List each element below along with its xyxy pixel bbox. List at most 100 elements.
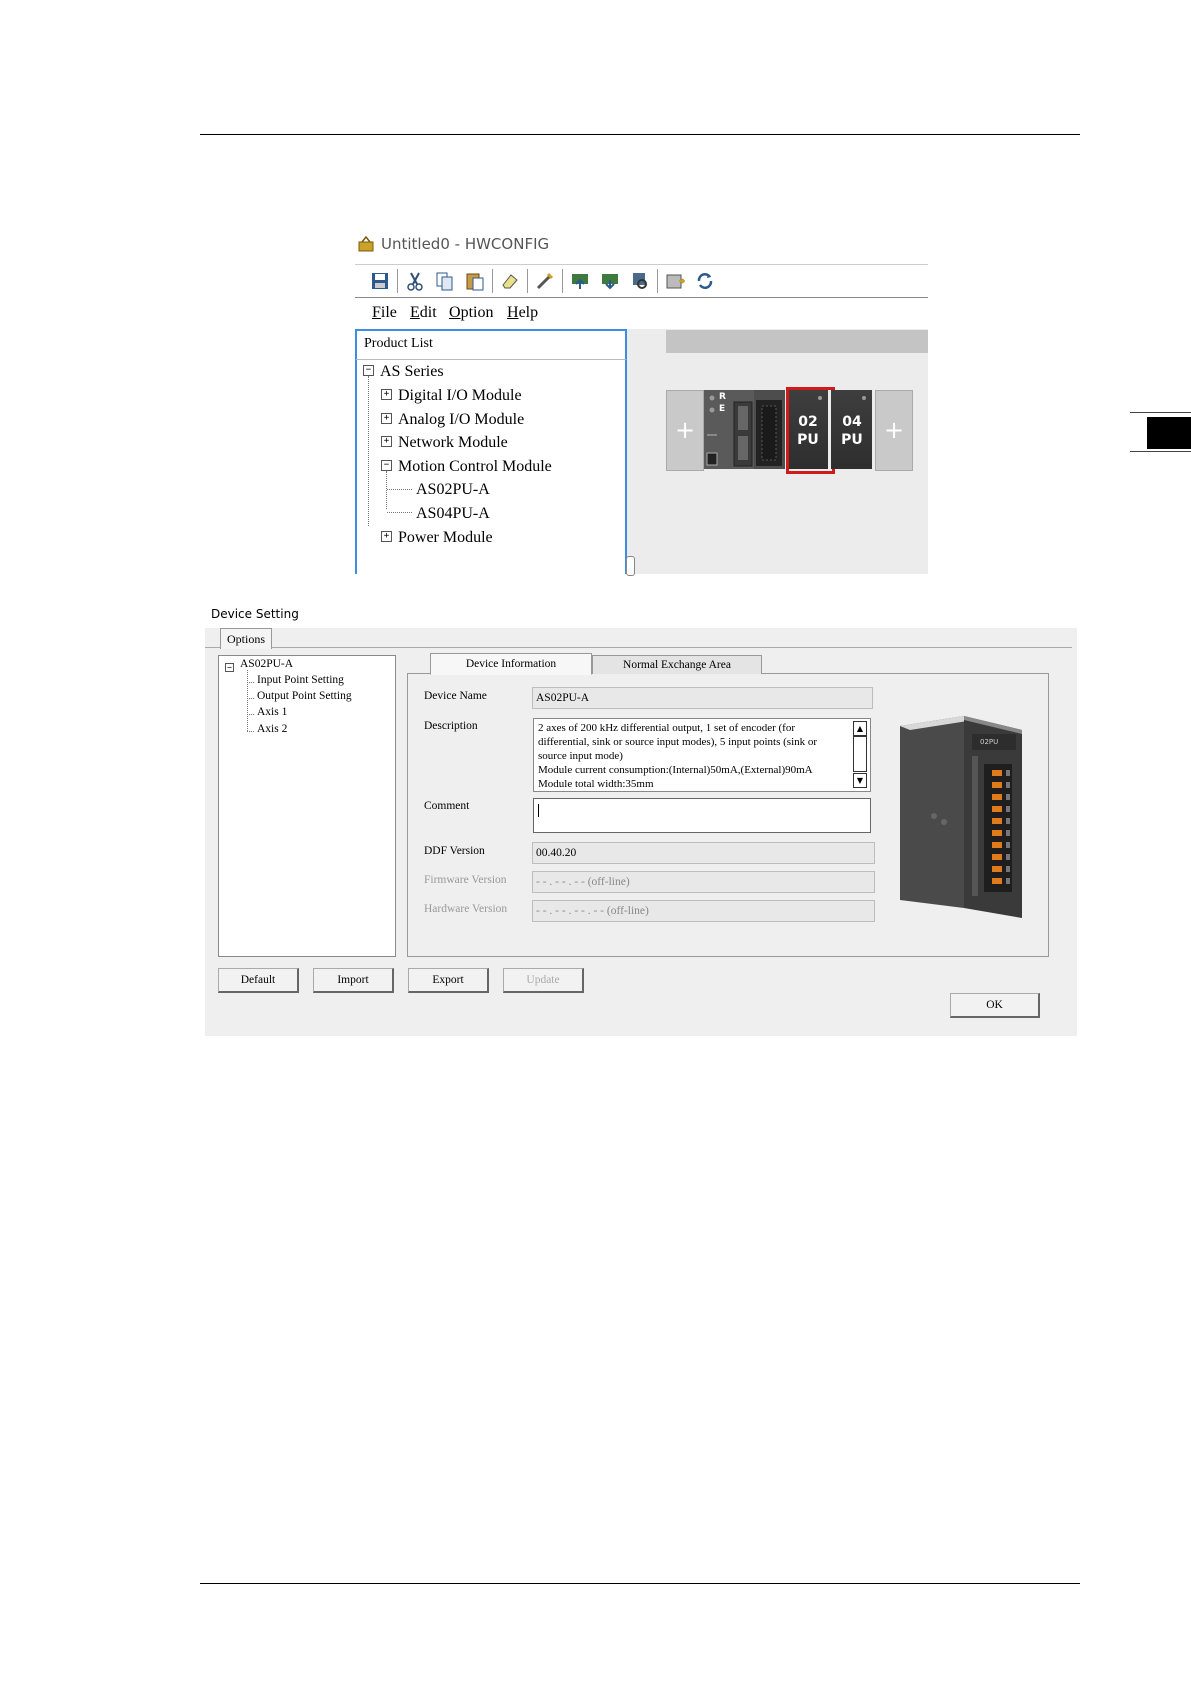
comment-input[interactable] — [533, 798, 871, 833]
ddf-version-field: 00.40.20 — [532, 842, 875, 864]
tree-node-output-point-setting[interactable]: Output Point Setting — [257, 690, 352, 702]
tree-connector — [247, 698, 254, 699]
export-button[interactable]: Export — [408, 968, 489, 993]
window-title: Untitled0 - HWCONFIG — [381, 235, 550, 253]
tree-connector — [387, 512, 412, 513]
firmware-version-field: - - . - - . - - (off-line) — [532, 871, 875, 893]
options-tab-line — [205, 647, 1072, 648]
paste-icon[interactable] — [465, 271, 485, 291]
collapse-icon[interactable]: − — [381, 460, 392, 471]
toolbar-separator — [397, 269, 398, 293]
scan-icon[interactable] — [630, 271, 650, 291]
cut-icon[interactable] — [405, 271, 425, 291]
tree-node-input-point-setting[interactable]: Input Point Setting — [257, 674, 344, 686]
label-hardware-version: Hardware Version — [424, 903, 508, 915]
download-icon[interactable] — [600, 271, 620, 291]
tree-node-axis-1[interactable]: Axis 1 — [257, 706, 287, 718]
collapse-icon[interactable]: − — [225, 663, 234, 672]
description-text: 2 axes of 200 kHz differential output, 1… — [538, 722, 818, 790]
product-list-header: Product List — [355, 329, 627, 360]
tree-connector — [386, 471, 387, 509]
tab-normal-exchange-area[interactable]: Normal Exchange Area — [592, 655, 762, 674]
rack-header-bar — [666, 330, 928, 353]
default-button[interactable]: Default — [218, 968, 299, 993]
tree-connector — [247, 682, 254, 683]
text-caret — [538, 804, 539, 817]
copy-icon[interactable] — [435, 271, 455, 291]
expand-icon[interactable]: + — [381, 389, 392, 400]
cpu-module-graphic — [704, 390, 782, 469]
selected-module-highlight — [786, 387, 835, 474]
module-04pu[interactable]: 04 PU — [831, 390, 872, 469]
toolbar-separator — [492, 269, 493, 293]
scroll-down-icon[interactable]: ▼ — [853, 773, 867, 788]
device-tree: − AS02PU-A Input Point Setting Output Po… — [218, 655, 396, 957]
label-ddf-version: DDF Version — [424, 845, 485, 857]
label-description: Description — [424, 720, 478, 732]
menu-bar: File Edit Option Help — [355, 299, 928, 327]
expand-icon[interactable]: + — [381, 413, 392, 424]
scrollbar-thumb[interactable] — [626, 556, 635, 576]
module-product-image: 02PU — [900, 716, 1022, 918]
refresh-icon[interactable] — [695, 271, 715, 291]
tree-node-as02pu-a[interactable]: AS02PU-A — [416, 481, 490, 499]
toolbar-separator — [657, 269, 658, 293]
ok-button[interactable]: OK — [950, 993, 1040, 1018]
module-led — [862, 396, 866, 400]
expand-icon[interactable]: + — [381, 436, 392, 447]
toolbar-separator — [562, 269, 563, 293]
menu-edit[interactable]: Edit — [410, 304, 437, 322]
wand-icon[interactable] — [535, 271, 555, 291]
tree-connector — [247, 714, 254, 715]
side-marker-line — [1130, 412, 1191, 413]
product-image-label: 02PU — [980, 738, 998, 746]
label-device-name: Device Name — [424, 690, 487, 702]
tree-node-power[interactable]: Power Module — [398, 529, 493, 547]
tree-node-digital-io[interactable]: Digital I/O Module — [398, 387, 522, 405]
tree-connector — [247, 731, 254, 732]
add-slot-right[interactable]: + — [875, 390, 913, 471]
tree-node-analog-io[interactable]: Analog I/O Module — [398, 411, 524, 429]
tree-node-axis-2[interactable]: Axis 2 — [257, 723, 287, 735]
add-slot-left[interactable]: + — [666, 390, 704, 471]
device-setting-title: Device Setting — [211, 607, 299, 621]
module-settings-icon[interactable] — [665, 271, 685, 291]
cpu-module[interactable]: R E — [704, 390, 785, 469]
module-04pu-line2: PU — [841, 432, 863, 448]
side-chapter-tab — [1147, 417, 1191, 449]
scroll-up-icon[interactable]: ▲ — [853, 721, 867, 736]
header-rule — [200, 134, 1080, 135]
description-scrollbar[interactable]: ▲ ▼ — [853, 721, 867, 788]
device-name-field: AS02PU-A — [532, 687, 873, 709]
update-button: Update — [503, 968, 584, 993]
tree-node-as-series[interactable]: AS Series — [380, 363, 444, 381]
collapse-icon[interactable]: − — [363, 365, 374, 376]
menu-help[interactable]: Help — [507, 304, 538, 322]
product-list-title: Product List — [364, 336, 433, 351]
tab-options[interactable]: Options — [220, 628, 272, 649]
menu-file[interactable]: File — [372, 304, 397, 322]
tree-node-as04pu-a[interactable]: AS04PU-A — [416, 505, 490, 523]
footer-rule — [200, 1583, 1080, 1584]
module-04pu-line1: 04 — [842, 414, 862, 430]
tree-connector — [387, 489, 412, 490]
tree-connector — [368, 376, 369, 526]
product-list-tree: − AS Series + Digital I/O Module + Analo… — [355, 360, 627, 574]
upload-icon[interactable] — [570, 271, 590, 291]
save-icon[interactable] — [370, 271, 390, 291]
tree-node-as02pu-a-root[interactable]: AS02PU-A — [240, 658, 293, 670]
tree-node-motion-control[interactable]: Motion Control Module — [398, 458, 552, 476]
tab-device-information[interactable]: Device Information — [430, 653, 592, 675]
label-comment: Comment — [424, 800, 470, 812]
label-firmware-version: Firmware Version — [424, 874, 507, 886]
toolbar-separator — [527, 269, 528, 293]
eraser-icon[interactable] — [500, 271, 520, 291]
scrollbar-track[interactable] — [853, 736, 867, 772]
menu-option[interactable]: Option — [449, 304, 493, 322]
hwconfig-app-icon — [358, 236, 374, 252]
description-box[interactable]: 2 axes of 200 kHz differential output, 1… — [533, 718, 871, 792]
import-button[interactable]: Import — [313, 968, 394, 993]
hardware-version-field: - - . - - . - - . - - (off-line) — [532, 900, 875, 922]
tree-node-network[interactable]: Network Module — [398, 434, 508, 452]
expand-icon[interactable]: + — [381, 531, 392, 542]
